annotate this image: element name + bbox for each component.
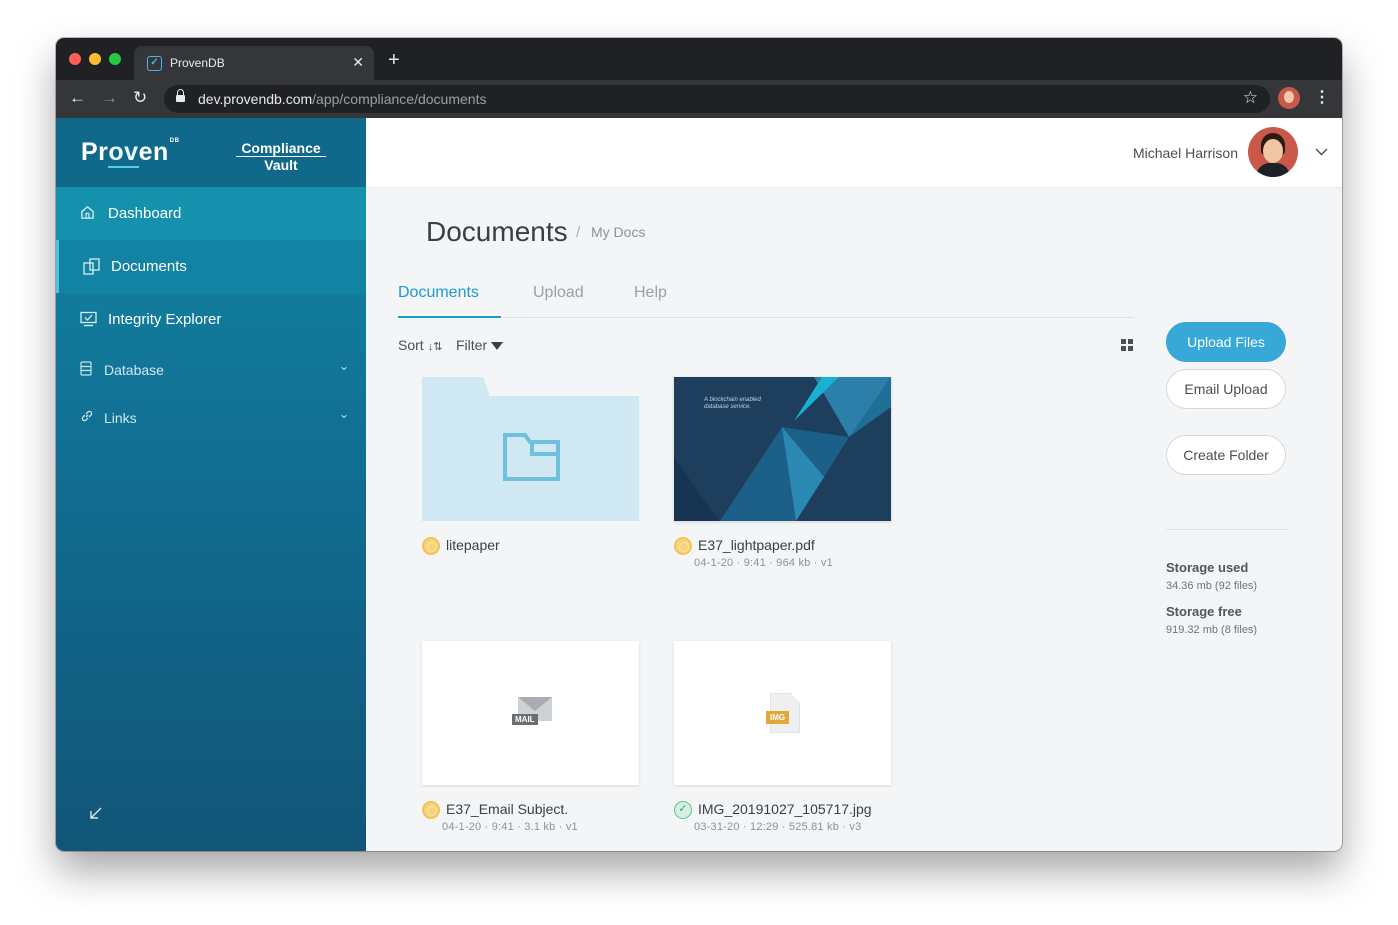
chevron-down-icon[interactable]: ⌄ bbox=[339, 359, 349, 373]
file-name[interactable]: litepaper bbox=[446, 537, 500, 553]
provendb-logo[interactable]: ProvenDB bbox=[81, 138, 179, 168]
brand-header: ProvenDB Compliance Vault bbox=[56, 118, 366, 187]
file-card-image[interactable]: IMG bbox=[674, 641, 891, 785]
browser-menu-icon[interactable]: ⋮ bbox=[1314, 88, 1330, 108]
storage-free-value: 919.32 mb (8 files) bbox=[1166, 624, 1258, 636]
top-header: Michael Harrison bbox=[366, 118, 1342, 188]
collapse-sidebar-icon[interactable] bbox=[89, 806, 103, 825]
grid-view-icon[interactable] bbox=[1121, 339, 1133, 351]
sidebar: ProvenDB Compliance Vault Dashboard Docu… bbox=[56, 118, 366, 851]
address-bar[interactable]: dev.provendb.com/app/compliance/document… bbox=[164, 85, 1270, 113]
storage-used-value: 34.36 mb (92 files) bbox=[1166, 580, 1258, 592]
file-info: 04-1-20 · 9:41 · 964 kb · v1 bbox=[694, 557, 833, 569]
file-info: 04-1-20 · 9:41 · 3.1 kb · v1 bbox=[442, 821, 578, 833]
file-name[interactable]: IMG_20191027_105717.jpg bbox=[698, 801, 872, 817]
bookmark-star-icon[interactable]: ☆ bbox=[1243, 88, 1258, 108]
storage-used-label: Storage used bbox=[1166, 560, 1249, 575]
monitor-check-icon bbox=[80, 311, 97, 327]
sidebar-item-integrity-explorer[interactable]: Integrity Explorer bbox=[56, 293, 366, 346]
filter-button[interactable]: Filter bbox=[456, 337, 504, 353]
url-text: dev.provendb.com/app/compliance/document… bbox=[198, 91, 487, 107]
new-tab-icon[interactable]: + bbox=[388, 50, 400, 70]
sidebar-item-dashboard[interactable]: Dashboard bbox=[56, 187, 366, 240]
browser-profile-avatar[interactable] bbox=[1278, 87, 1300, 109]
file-name[interactable]: E37_Email Subject. bbox=[446, 801, 568, 817]
browser-tab-title: ProvenDB bbox=[170, 56, 225, 70]
active-tab-indicator bbox=[398, 316, 501, 318]
sort-button[interactable]: Sort ↓⇅ bbox=[398, 337, 442, 353]
page-title: Documents bbox=[426, 216, 568, 247]
file-info: 03-31-20 · 12:29 · 525.81 kb · v3 bbox=[694, 821, 862, 833]
database-icon bbox=[80, 361, 94, 377]
documents-icon bbox=[83, 258, 100, 275]
file-card-mail[interactable]: MAIL bbox=[422, 641, 639, 785]
mail-icon: MAIL bbox=[512, 697, 552, 727]
browser-tab[interactable]: ✓ ProvenDB ✕ bbox=[134, 46, 374, 80]
favicon-icon: ✓ bbox=[147, 56, 162, 71]
pending-status-icon bbox=[422, 801, 440, 819]
file-name[interactable]: E37_lightpaper.pdf bbox=[698, 537, 815, 553]
sort-icon: ↓⇅ bbox=[427, 341, 443, 353]
sidebar-item-database[interactable]: Database ⌄ bbox=[56, 348, 366, 392]
file-card-folder[interactable] bbox=[422, 377, 639, 521]
breadcrumb[interactable]: My Docs bbox=[591, 224, 645, 240]
upload-files-button[interactable]: Upload Files bbox=[1166, 322, 1286, 362]
image-file-icon: IMG bbox=[766, 693, 802, 733]
storage-free-label: Storage free bbox=[1166, 604, 1242, 619]
pdf-thumbnail-caption: A blockchain enabled database service. bbox=[704, 397, 761, 410]
user-name[interactable]: Michael Harrison bbox=[1133, 145, 1238, 161]
filter-icon bbox=[491, 342, 504, 351]
maximize-window-button[interactable] bbox=[109, 53, 121, 65]
divider bbox=[1166, 529, 1288, 530]
back-arrow-icon[interactable]: ← bbox=[69, 88, 86, 108]
file-card-pdf[interactable]: A blockchain enabled database service. bbox=[674, 377, 891, 521]
chevron-down-icon[interactable]: ⌄ bbox=[339, 407, 349, 421]
email-upload-button[interactable]: Email Upload bbox=[1166, 369, 1286, 409]
link-icon bbox=[80, 409, 94, 425]
compliance-vault-title: Compliance Vault bbox=[236, 140, 326, 173]
content-tabs: Documents Upload Help bbox=[398, 276, 1134, 318]
tab-upload[interactable]: Upload bbox=[533, 284, 584, 302]
browser-tabbar: ✓ ProvenDB ✕ + bbox=[56, 38, 1342, 80]
tab-documents[interactable]: Documents bbox=[398, 284, 479, 302]
browser-toolbar: ← → ↻ dev.provendb.com/app/compliance/do… bbox=[56, 80, 1342, 118]
sidebar-item-links[interactable]: Links ⌄ bbox=[56, 396, 366, 440]
close-window-button[interactable] bbox=[69, 53, 81, 65]
pending-status-icon bbox=[422, 537, 440, 555]
pending-status-icon bbox=[674, 537, 692, 555]
sidebar-item-documents[interactable]: Documents bbox=[56, 240, 366, 293]
tab-help[interactable]: Help bbox=[634, 284, 667, 302]
browser-window: ✓ ProvenDB ✕ + ← → ↻ dev.provendb.com/ap… bbox=[56, 38, 1342, 851]
reload-icon[interactable]: ↻ bbox=[133, 88, 147, 108]
home-icon bbox=[80, 205, 96, 221]
forward-arrow-icon[interactable]: → bbox=[101, 88, 118, 108]
breadcrumb-separator: / bbox=[576, 224, 581, 241]
lock-icon[interactable] bbox=[176, 89, 185, 103]
chevron-down-icon[interactable] bbox=[1315, 143, 1328, 159]
folder-icon bbox=[503, 433, 560, 481]
create-folder-button[interactable]: Create Folder bbox=[1166, 435, 1286, 475]
verified-check-icon: ✓ bbox=[674, 801, 692, 819]
close-tab-icon[interactable]: ✕ bbox=[352, 54, 364, 71]
avatar[interactable] bbox=[1248, 127, 1298, 177]
minimize-window-button[interactable] bbox=[89, 53, 101, 65]
